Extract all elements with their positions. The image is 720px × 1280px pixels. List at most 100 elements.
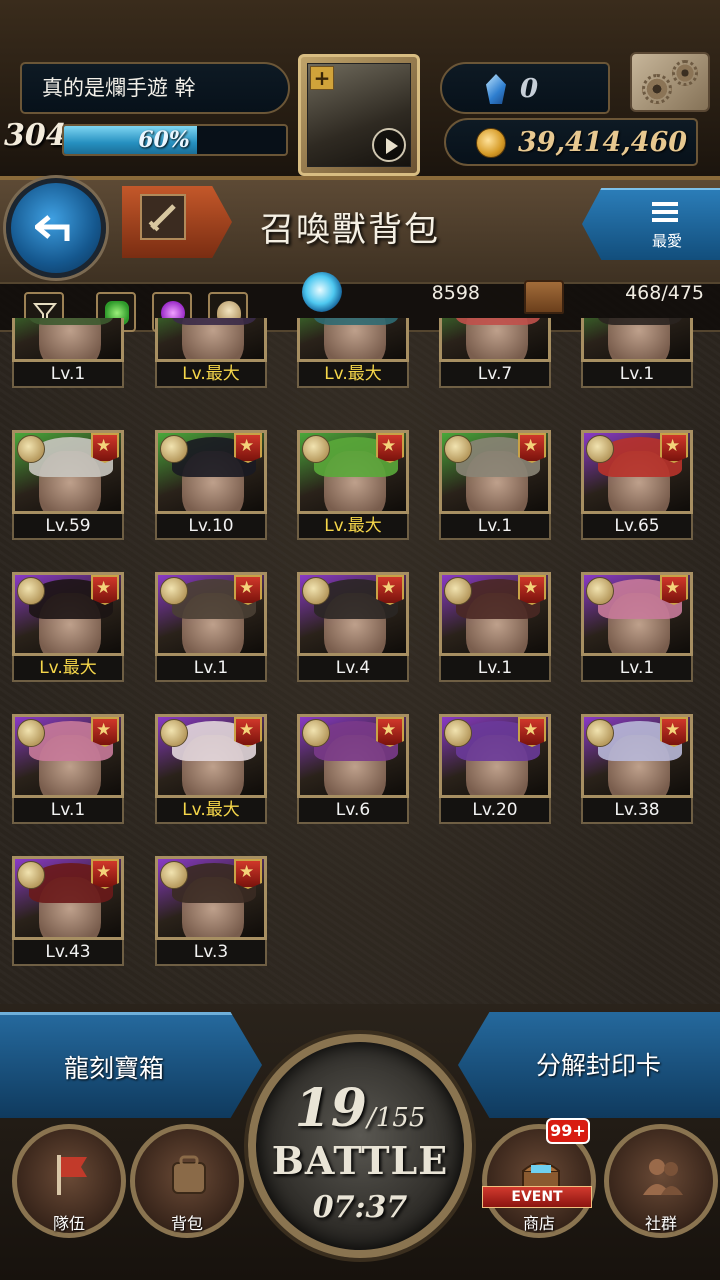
gem-counter[interactable]: 0: [440, 62, 610, 114]
page-title: 召喚獸背包: [260, 210, 440, 250]
card-level: Lv.20: [439, 798, 551, 824]
monster-card[interactable]: Lv.6: [297, 714, 409, 824]
monster-hair: [598, 318, 682, 325]
monster-card[interactable]: Lv.65: [581, 430, 693, 540]
rank-star-icon: [518, 575, 546, 605]
monster-card[interactable]: Lv.4: [297, 572, 409, 682]
monster-card[interactable]: Lv.43: [12, 856, 124, 966]
element-icon: [444, 577, 472, 605]
element-icon: [17, 435, 45, 463]
monster-card[interactable]: Lv.最大: [297, 318, 409, 388]
gold-counter: 39,414,460: [444, 118, 698, 166]
list-icon: [652, 202, 678, 222]
element-icon: [160, 577, 188, 605]
monster-card[interactable]: Lv.1: [12, 714, 124, 824]
dragon-chest-label: 龍刻寶箱: [64, 1054, 165, 1083]
decompose-button[interactable]: 分解封印卡: [458, 1012, 720, 1118]
monster-portrait: [439, 572, 551, 656]
monster-portrait: [581, 318, 693, 362]
gem-icon: [486, 74, 506, 104]
monster-hair: [314, 318, 398, 325]
card-level: Lv.1: [12, 798, 124, 824]
people-icon: [643, 1159, 683, 1195]
monster-card[interactable]: Lv.10: [155, 430, 267, 540]
monster-card[interactable]: Lv.最大: [155, 714, 267, 824]
monster-hair: [456, 318, 540, 325]
exp-bar: 60%: [62, 124, 288, 156]
monster-portrait: [439, 430, 551, 514]
bag-capacity: 468/475: [625, 282, 704, 304]
back-button[interactable]: [6, 178, 106, 278]
monster-card[interactable]: Lv.1: [439, 430, 551, 540]
monster-card[interactable]: Lv.1: [581, 318, 693, 388]
dragon-chest-button[interactable]: 龍刻寶箱: [0, 1012, 262, 1118]
flag-icon: [57, 1155, 87, 1195]
rank-star-icon: [91, 717, 119, 747]
card-level: Lv.1: [12, 362, 124, 388]
element-icon: [160, 719, 188, 747]
card-level: Lv.最大: [12, 656, 124, 682]
monster-card[interactable]: Lv.最大: [297, 430, 409, 540]
settings-button[interactable]: [630, 52, 710, 112]
card-level: Lv.4: [297, 656, 409, 682]
monster-card[interactable]: Lv.1: [12, 318, 124, 388]
element-icon: [302, 435, 330, 463]
card-level: Lv.最大: [155, 362, 267, 388]
battle-button[interactable]: 19/155 BATTLE 07:37: [248, 1034, 472, 1258]
element-icon: [17, 861, 45, 889]
stamina-counter: 19/155: [256, 1078, 464, 1139]
card-level: Lv.43: [12, 940, 124, 966]
favorite-button[interactable]: 最愛: [582, 188, 720, 260]
monster-card[interactable]: Lv.38: [581, 714, 693, 824]
player-name[interactable]: 真的是爛手遊 幹: [20, 62, 290, 114]
monster-portrait: [297, 572, 409, 656]
monster-portrait: [155, 430, 267, 514]
gear-icon: [642, 74, 672, 104]
stamina-max: /155: [366, 1103, 426, 1133]
leader-image: +: [307, 63, 411, 167]
card-level: Lv.1: [439, 514, 551, 540]
monster-card[interactable]: Lv.1: [439, 572, 551, 682]
monster-card[interactable]: Lv.3: [155, 856, 267, 966]
card-level: Lv.7: [439, 362, 551, 388]
card-level: Lv.1: [581, 656, 693, 682]
card-level: Lv.1: [155, 656, 267, 682]
rank-star-icon: [376, 433, 404, 463]
weapon-tab[interactable]: [122, 186, 232, 258]
event-tag: EVENT: [482, 1186, 592, 1208]
player-level: 304: [4, 118, 67, 153]
monster-portrait: [439, 714, 551, 798]
notification-badge: 99+: [546, 1118, 590, 1144]
monster-portrait: [12, 856, 124, 940]
play-icon[interactable]: [372, 128, 406, 162]
nav-team-label: 隊伍: [52, 1214, 85, 1233]
plus-icon[interactable]: +: [310, 66, 334, 90]
monster-card[interactable]: Lv.1: [155, 572, 267, 682]
monster-card[interactable]: Lv.59: [12, 430, 124, 540]
rank-star-icon: [91, 433, 119, 463]
rank-star-icon: [91, 575, 119, 605]
element-icon: [17, 719, 45, 747]
rank-star-icon: [234, 859, 262, 889]
rank-star-icon: [518, 433, 546, 463]
nav-shop-label: 商店: [522, 1214, 555, 1233]
monster-portrait: [297, 714, 409, 798]
monster-card[interactable]: Lv.7: [439, 318, 551, 388]
orb-count: 8598: [431, 282, 480, 304]
monster-card[interactable]: Lv.1: [581, 572, 693, 682]
rank-star-icon: [91, 859, 119, 889]
rank-star-icon: [376, 575, 404, 605]
rank-star-icon: [234, 433, 262, 463]
rank-star-icon: [234, 575, 262, 605]
leader-portrait[interactable]: +: [298, 54, 420, 176]
element-icon: [586, 577, 614, 605]
stamina-timer: 07:37: [312, 1190, 408, 1225]
monster-portrait: [581, 714, 693, 798]
soul-orb-icon: [302, 272, 342, 312]
monster-portrait: [155, 572, 267, 656]
monster-card[interactable]: Lv.20: [439, 714, 551, 824]
monster-card[interactable]: Lv.最大: [12, 572, 124, 682]
monster-card[interactable]: Lv.最大: [155, 318, 267, 388]
card-level: Lv.最大: [297, 362, 409, 388]
monster-portrait: [155, 714, 267, 798]
